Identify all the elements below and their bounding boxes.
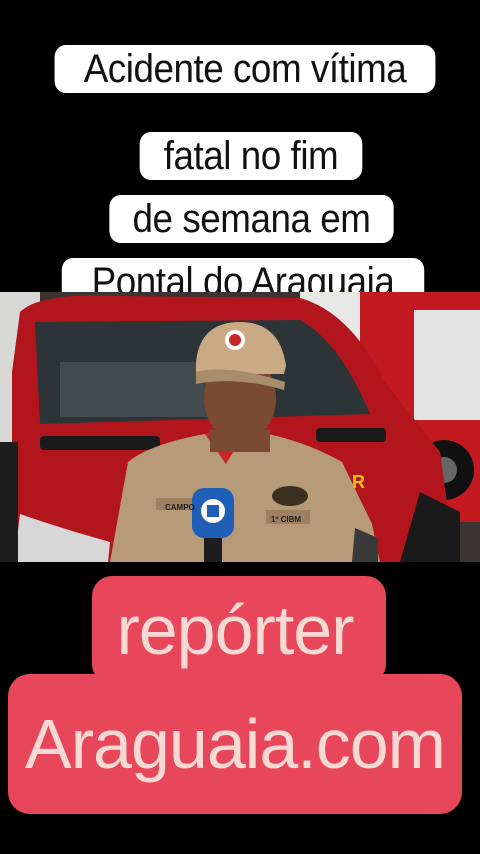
shirt-name-tag: CAMPO	[165, 503, 195, 512]
video-frame: CAMPO 1º CIBM R	[0, 292, 480, 562]
shirt-unit-tag: 1º CIBM	[271, 515, 302, 524]
firefighter-scene	[0, 292, 480, 562]
caption-line-3: de semana em	[109, 195, 394, 243]
brand-logo: repórter Araguaia.com	[8, 576, 462, 814]
brand-line-1: repórter	[116, 591, 354, 669]
brand-line-2: Araguaia.com	[25, 705, 446, 783]
caption-line-1: Acidente com vítima	[54, 45, 436, 93]
truck-marking: R	[352, 472, 365, 492]
caption-line-2: fatal no fim	[139, 132, 363, 180]
